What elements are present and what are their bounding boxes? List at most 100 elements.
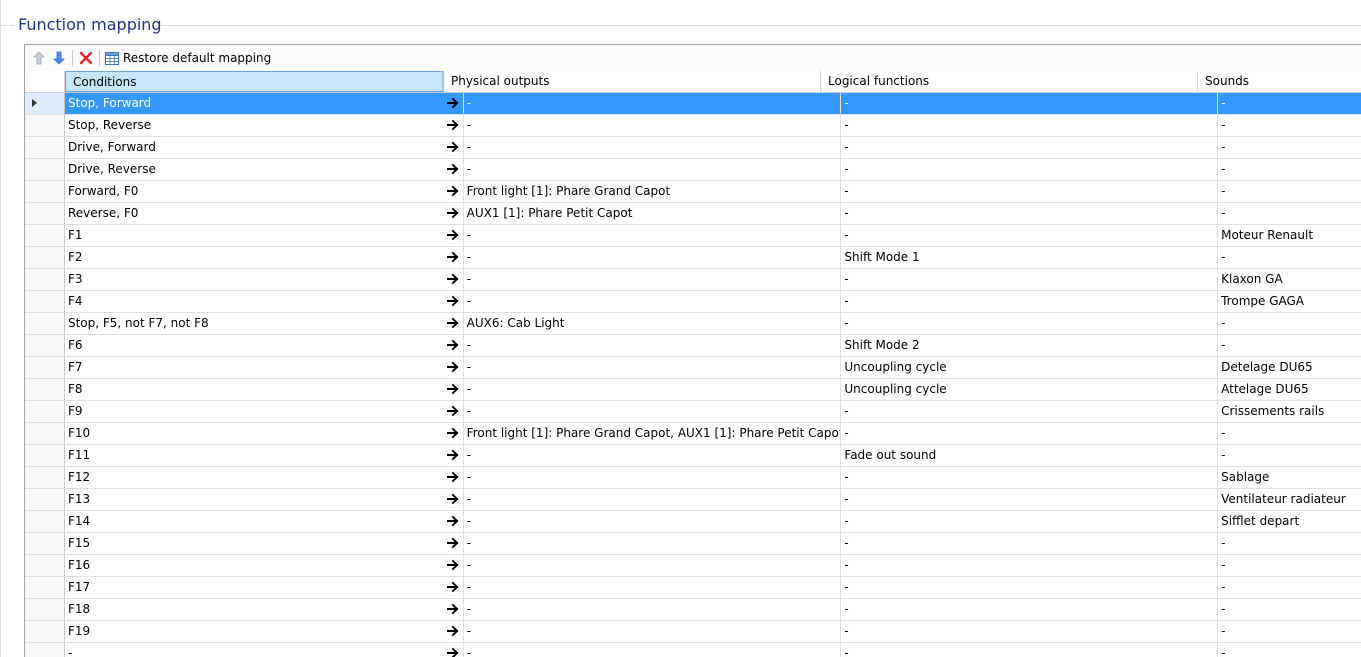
cell-sounds[interactable]: Detelage DU65 [1218,357,1361,378]
cell-physical-outputs[interactable]: Front light [1]: Phare Grand Capot, AUX1… [464,423,842,444]
cell-sounds[interactable]: Sablage [1218,467,1361,488]
row-selector[interactable] [25,247,65,268]
cell-sounds[interactable]: Ventilateur radiateur [1218,489,1361,510]
table-row[interactable]: F6 - Shift Mode 2- [25,335,1361,357]
move-up-button[interactable] [29,48,49,68]
restore-default-mapping-button[interactable]: Restore default mapping [103,48,273,68]
cell-logical-functions[interactable]: Fade out sound [841,445,1219,466]
header-row-selector[interactable] [25,71,65,92]
cell-sounds[interactable]: Crissements rails [1218,401,1361,422]
table-row[interactable]: F3- - Klaxon GA [25,269,1361,291]
cell-physical-outputs[interactable]: - [464,137,842,158]
cell-sounds[interactable]: - [1218,137,1361,158]
table-row[interactable]: Reverse, F0 AUX1 [1]: Phare Petit Capot - - [25,203,1361,225]
table-row[interactable]: F11 - Fade out sound - [25,445,1361,467]
row-selector[interactable] [25,159,65,180]
cell-conditions[interactable]: F6 [65,335,464,356]
cell-sounds[interactable]: Klaxon GA [1218,269,1361,290]
row-selector[interactable] [25,643,65,657]
cell-logical-functions[interactable]: - [841,115,1219,136]
row-selector[interactable] [25,401,65,422]
move-down-button[interactable] [49,48,69,68]
cell-physical-outputs[interactable]: - [464,291,842,312]
cell-physical-outputs[interactable]: - [464,599,842,620]
row-selector[interactable] [25,269,65,290]
cell-physical-outputs[interactable]: - [464,577,842,598]
cell-conditions[interactable]: F17 [65,577,464,598]
row-selector[interactable] [25,379,65,400]
cell-physical-outputs[interactable]: - [464,357,842,378]
cell-physical-outputs[interactable]: - [464,379,842,400]
cell-sounds[interactable]: - [1218,159,1361,180]
cell-conditions[interactable]: F16 [65,555,464,576]
column-header-conditions[interactable]: Conditions [65,71,444,92]
cell-conditions[interactable]: F11 [65,445,464,466]
row-selector[interactable] [25,181,65,202]
cell-sounds[interactable]: - [1218,115,1361,136]
row-selector[interactable] [25,335,65,356]
cell-conditions[interactable]: Forward, F0 [65,181,464,202]
cell-physical-outputs[interactable]: - [464,489,842,510]
cell-conditions[interactable]: F2 [65,247,464,268]
row-selector[interactable] [25,511,65,532]
cell-conditions[interactable]: F7 [65,357,464,378]
row-selector[interactable] [25,599,65,620]
cell-logical-functions[interactable]: - [841,533,1219,554]
cell-sounds[interactable]: - [1218,247,1361,268]
cell-conditions[interactable]: F15 [65,533,464,554]
cell-conditions[interactable]: F13 [65,489,464,510]
row-selector[interactable] [25,489,65,510]
cell-conditions[interactable]: F9 [65,401,464,422]
cell-logical-functions[interactable]: - [841,423,1219,444]
cell-physical-outputs[interactable]: - [464,621,842,642]
cell-physical-outputs[interactable]: - [464,335,842,356]
table-row[interactable]: F2 - Shift Mode 1- [25,247,1361,269]
cell-sounds[interactable]: - [1218,621,1361,642]
cell-logical-functions[interactable]: - [841,467,1219,488]
cell-conditions[interactable]: F8 [65,379,464,400]
cell-physical-outputs[interactable]: AUX6: Cab Light [464,313,842,334]
cell-logical-functions[interactable]: - [841,313,1219,334]
cell-physical-outputs[interactable]: AUX1 [1]: Phare Petit Capot [464,203,842,224]
cell-conditions[interactable]: Stop, Forward [64,93,464,114]
cell-sounds[interactable]: - [1218,555,1361,576]
table-row[interactable]: F10 Front light [1]: Phare Grand Capot, A… [25,423,1361,445]
table-row[interactable]: Drive, Reverse - - - [25,159,1361,181]
cell-logical-functions[interactable]: Shift Mode 1 [841,247,1219,268]
row-selector[interactable] [25,555,65,576]
cell-logical-functions[interactable]: - [841,269,1219,290]
cell-sounds[interactable]: - [1218,445,1361,466]
cell-physical-outputs[interactable]: - [464,467,842,488]
table-row[interactable]: ---- [25,643,1361,657]
cell-logical-functions[interactable]: Shift Mode 2 [841,335,1219,356]
table-row[interactable]: F13- - Ventilateur radiateur [25,489,1361,511]
cell-sounds[interactable]: - [1218,93,1361,114]
cell-logical-functions[interactable]: - [841,159,1219,180]
cell-conditions[interactable]: F19 [65,621,464,642]
cell-logical-functions[interactable]: - [841,401,1219,422]
cell-physical-outputs[interactable]: - [464,445,842,466]
row-selector[interactable] [25,137,65,158]
table-row[interactable]: Forward, F0 Front light [1]: Phare Grand … [25,181,1361,203]
row-selector[interactable] [25,93,65,114]
row-selector[interactable] [25,423,65,444]
cell-physical-outputs[interactable]: - [464,159,842,180]
cell-conditions[interactable]: F18 [65,599,464,620]
row-selector[interactable] [25,467,65,488]
cell-conditions[interactable]: F14 [65,511,464,532]
cell-logical-functions[interactable]: - [841,555,1219,576]
table-row[interactable]: F16- - - [25,555,1361,577]
table-row[interactable]: F7 - Uncoupling cycle Detelage DU65 [25,357,1361,379]
cell-sounds[interactable]: - [1218,599,1361,620]
cell-sounds[interactable]: Moteur Renault [1218,225,1361,246]
cell-conditions[interactable]: Stop, F5, not F7, not F8 [65,313,464,334]
cell-physical-outputs[interactable]: - [464,115,842,136]
table-row[interactable]: F14- - Sifflet depart [25,511,1361,533]
table-row[interactable]: F15- - - [25,533,1361,555]
cell-conditions[interactable]: F3 [65,269,464,290]
cell-logical-functions[interactable]: - [841,203,1219,224]
cell-sounds[interactable]: Trompe GAGA [1218,291,1361,312]
table-row[interactable]: Stop, Forward - - - [25,93,1361,115]
cell-sounds[interactable]: - [1218,203,1361,224]
row-selector[interactable] [25,225,65,246]
